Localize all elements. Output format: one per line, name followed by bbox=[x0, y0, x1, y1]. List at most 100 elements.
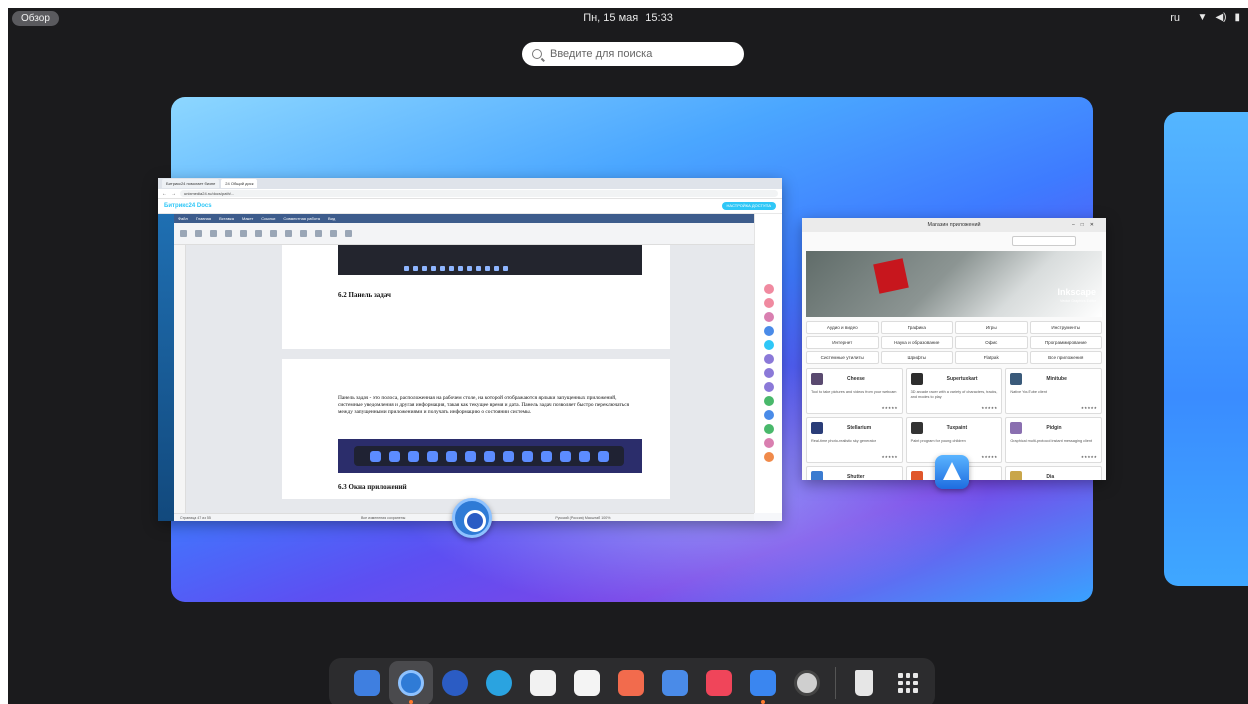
category-button[interactable]: Все приложения bbox=[1029, 351, 1102, 364]
menu-file[interactable]: Файл bbox=[178, 214, 188, 223]
dock-chrome[interactable] bbox=[389, 661, 433, 704]
toolbar-icon[interactable] bbox=[225, 230, 232, 237]
dock-thunderbird[interactable] bbox=[433, 661, 477, 704]
app-card[interactable]: Pidgin Graphical multi-protocol instant … bbox=[1005, 417, 1102, 463]
app-store-window[interactable]: Магазин приложений –□✕ Inkscape Vector G… bbox=[802, 218, 1106, 480]
menu-references[interactable]: Ссылки bbox=[261, 214, 275, 223]
dock-photos[interactable] bbox=[521, 661, 565, 704]
toolbar-icon[interactable] bbox=[300, 230, 307, 237]
category-button[interactable]: Системные утилиты bbox=[806, 351, 879, 364]
toolbar-icon[interactable] bbox=[240, 230, 247, 237]
clock[interactable]: Пн, 15 мая 15:33 bbox=[8, 12, 1248, 24]
browser-tabstrip: Битрикс24 помогает бизне 24 Общий диск bbox=[158, 178, 782, 189]
toolbar-icon[interactable] bbox=[315, 230, 322, 237]
editor-menu-bar: Файл Главная Вставка Макет Ссылки Совмес… bbox=[174, 214, 754, 223]
dock-files[interactable] bbox=[345, 661, 389, 704]
browser-address-bar: ← → unixmedia24.ru/docs/path/... bbox=[158, 189, 782, 199]
app-card[interactable]: Dia bbox=[1005, 466, 1102, 480]
toolbar-icon[interactable] bbox=[210, 230, 217, 237]
music-icon bbox=[706, 670, 732, 696]
dock-separator bbox=[835, 667, 836, 699]
forward-icon[interactable]: → bbox=[171, 191, 176, 197]
dock-trash[interactable] bbox=[842, 661, 886, 704]
app-card[interactable]: Supertuxkart 3D arcade racer with a vari… bbox=[905, 368, 1003, 414]
contact-avatar[interactable] bbox=[764, 452, 774, 462]
system-status-area[interactable]: ▼ ◀) ▮ bbox=[1198, 12, 1240, 23]
browser-tab-active[interactable]: 24 Общий диск bbox=[221, 179, 258, 188]
dock-app-store[interactable] bbox=[741, 661, 785, 704]
category-button[interactable]: Игры bbox=[955, 321, 1028, 334]
toolbar-icon[interactable] bbox=[285, 230, 292, 237]
contact-avatar[interactable] bbox=[764, 438, 774, 448]
category-button[interactable]: Офис bbox=[955, 336, 1028, 349]
clock-day: Пн, 15 мая bbox=[583, 12, 639, 24]
menu-collaboration[interactable]: Совместная работа bbox=[283, 214, 320, 223]
back-icon[interactable]: ← bbox=[162, 191, 167, 197]
browser-window[interactable]: Битрикс24 помогает бизне 24 Общий диск ←… bbox=[158, 178, 782, 521]
menu-view[interactable]: Вид bbox=[328, 214, 335, 223]
dock-music[interactable] bbox=[697, 661, 741, 704]
category-button[interactable]: Интернет bbox=[806, 336, 879, 349]
app-description: Tool to take pictures and videos from yo… bbox=[811, 390, 897, 394]
bitrix-left-menu[interactable] bbox=[158, 214, 174, 521]
top-bar: Обзор Пн, 15 мая 15:33 ru ▼ ◀) ▮ bbox=[8, 8, 1248, 30]
category-button[interactable]: Flatpak bbox=[955, 351, 1028, 364]
workspace-next[interactable] bbox=[1164, 112, 1248, 586]
dock-calendar[interactable] bbox=[609, 661, 653, 704]
dock-show-apps[interactable] bbox=[886, 661, 930, 704]
category-button[interactable]: Инструменты bbox=[1029, 321, 1102, 334]
toolbar-icon[interactable] bbox=[270, 230, 277, 237]
notes-icon bbox=[574, 670, 600, 696]
menu-home[interactable]: Главная bbox=[196, 214, 211, 223]
window-controls[interactable]: –□✕ bbox=[1072, 218, 1100, 232]
stellarium-icon bbox=[811, 422, 823, 434]
contact-avatar[interactable] bbox=[764, 368, 774, 378]
overview-search[interactable] bbox=[522, 42, 744, 66]
contact-avatar[interactable] bbox=[764, 354, 774, 364]
contact-avatar[interactable] bbox=[764, 284, 774, 294]
app-card[interactable]: Stellarium Real-time photo-realistic sky… bbox=[806, 417, 903, 463]
contact-avatar[interactable] bbox=[764, 298, 774, 308]
contact-avatar[interactable] bbox=[764, 382, 774, 392]
search-input[interactable] bbox=[550, 48, 730, 60]
store-search-field[interactable] bbox=[1012, 236, 1076, 246]
url-field[interactable]: unixmedia24.ru/docs/path/... bbox=[180, 190, 778, 197]
dock-notes[interactable] bbox=[565, 661, 609, 704]
category-button[interactable]: Шрифты bbox=[880, 351, 953, 364]
menu-layout[interactable]: Макет bbox=[242, 214, 253, 223]
document-canvas[interactable]: 6.2 Панель задач Панель задач - это поло… bbox=[174, 245, 754, 513]
contact-avatar[interactable] bbox=[764, 396, 774, 406]
category-button[interactable]: Графика bbox=[880, 321, 953, 334]
contact-avatar[interactable] bbox=[764, 326, 774, 336]
telegram-icon bbox=[486, 670, 512, 696]
contact-avatar[interactable] bbox=[764, 340, 774, 350]
contact-avatar[interactable] bbox=[764, 410, 774, 420]
keyboard-layout-indicator[interactable]: ru bbox=[1170, 12, 1180, 24]
category-button[interactable]: Программирование bbox=[1029, 336, 1102, 349]
dock-telegram[interactable] bbox=[477, 661, 521, 704]
toolbar-icon[interactable] bbox=[330, 230, 337, 237]
contact-avatar[interactable] bbox=[764, 424, 774, 434]
category-button[interactable]: Аудио и видео bbox=[806, 321, 879, 334]
document-page[interactable]: Панель задач - это полоса, расположенная… bbox=[282, 359, 670, 499]
category-button[interactable]: Наука и образование bbox=[880, 336, 953, 349]
dock-image-viewer[interactable] bbox=[653, 661, 697, 704]
bitrix-logo[interactable]: Битрикс24 Docs bbox=[164, 203, 212, 209]
featured-banner[interactable]: Inkscape Vector Graphics Editor bbox=[806, 251, 1102, 317]
app-card[interactable]: Shutter bbox=[806, 466, 903, 480]
menu-insert[interactable]: Вставка bbox=[219, 214, 234, 223]
toolbar-icon[interactable] bbox=[345, 230, 352, 237]
app-card[interactable]: Minitube Native YouTube client ★★★★★ bbox=[1005, 368, 1102, 414]
toolbar-icon[interactable] bbox=[180, 230, 187, 237]
contact-avatar[interactable] bbox=[764, 312, 774, 322]
app-card[interactable]: Cheese Tool to take pictures and videos … bbox=[806, 368, 903, 414]
wifi-icon: ▼ bbox=[1197, 12, 1208, 23]
toolbar-icon[interactable] bbox=[255, 230, 262, 237]
toolbar-icon[interactable] bbox=[195, 230, 202, 237]
app-name: Minitube bbox=[1046, 376, 1067, 382]
browser-tab[interactable]: Битрикс24 помогает бизне bbox=[162, 179, 220, 188]
document-page[interactable]: 6.2 Панель задач bbox=[282, 245, 670, 349]
image-viewer-icon bbox=[662, 670, 688, 696]
access-settings-button[interactable]: НАСТРОЙКА ДОСТУПА bbox=[721, 202, 776, 210]
dock-settings[interactable] bbox=[785, 661, 829, 704]
